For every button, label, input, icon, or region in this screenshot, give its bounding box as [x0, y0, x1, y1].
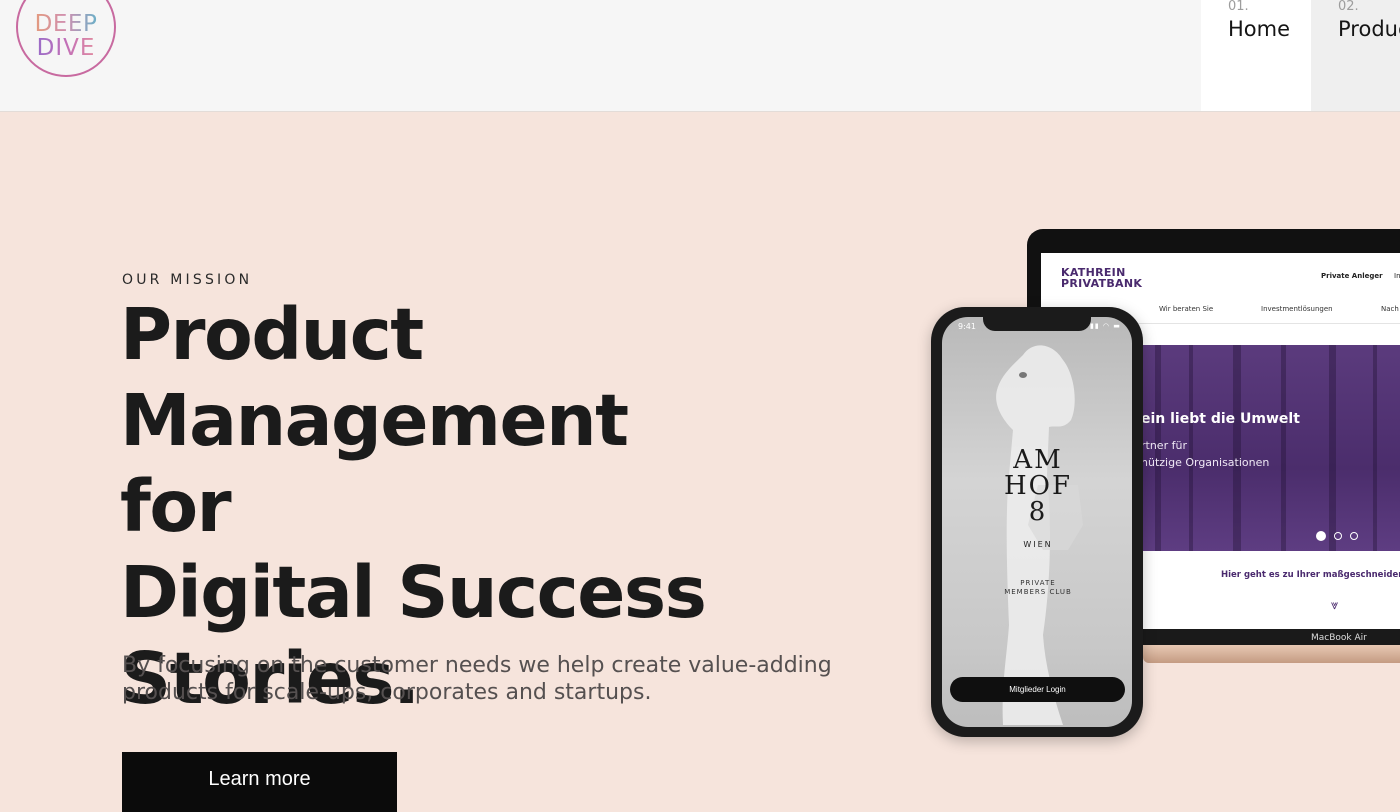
bank-nav-item: Nach — [1381, 305, 1399, 313]
member-login-button[interactable]: Mitglieder Login — [950, 677, 1125, 702]
chevron-down-icon: ⩔ — [1331, 598, 1339, 613]
forest-tree — [1189, 345, 1193, 551]
hero-subtitle: By focusing on the customer needs we hel… — [122, 652, 862, 706]
club-label-line: PRIVATE — [1020, 579, 1056, 587]
nav-item-home[interactable]: 01. Home — [1201, 0, 1311, 111]
logo-line-2: DIVE — [36, 35, 96, 61]
club-label-line: MEMBERS CLUB — [1004, 588, 1072, 596]
bank-hero-banner: ein liebt die Umwelt rtner für nützige O… — [1141, 345, 1400, 551]
subtitle-line: products for scale-ups, corporates and s… — [122, 680, 652, 705]
site-header: DEEP DIVE 01. Home 02. Products — [0, 0, 1400, 112]
bank-logo: KATHREIN PRIVATBANK — [1061, 267, 1142, 289]
carousel-dot — [1350, 532, 1358, 540]
headline-line: Product — [120, 293, 424, 376]
city-label: WIEN — [1023, 540, 1053, 549]
bank-nav-item: Investmentlösungen — [1261, 305, 1333, 313]
giraffe-lamp-icon — [996, 345, 1083, 725]
bank-top-link: In — [1394, 272, 1400, 280]
bank-top-link: Private Anleger — [1321, 272, 1383, 280]
bank-hero-heading: ein liebt die Umwelt — [1141, 411, 1300, 427]
forest-tree — [1329, 345, 1336, 551]
club-label: PRIVATE MEMBERS CLUB — [988, 579, 1088, 597]
carousel-dot — [1334, 532, 1342, 540]
phone-notch — [983, 313, 1091, 331]
mission-eyebrow: OUR MISSION — [122, 272, 253, 288]
bank-nav-item: Wir beraten Sie — [1159, 305, 1214, 313]
bank-logo-line-2: PRIVATBANK — [1061, 277, 1143, 290]
learn-more-button[interactable]: Learn more — [122, 752, 397, 812]
am-hof-logo: AM HOF 8 — [988, 447, 1088, 525]
status-time: 9:41 — [958, 322, 976, 331]
laptop-base — [1143, 645, 1400, 663]
carousel-dot-active — [1316, 531, 1326, 541]
nav-item-products[interactable]: 02. Products — [1311, 0, 1400, 111]
forest-tree — [1373, 345, 1377, 551]
bank-footer-link: Hier geht es zu Ihrer maßgeschneiderte — [1221, 570, 1400, 580]
deep-dive-logo[interactable]: DEEP DIVE — [16, 0, 116, 77]
subtitle-line: By focusing on the customer needs we hel… — [122, 653, 832, 678]
status-icons: ▮▮ ◠ ▬ — [1090, 322, 1121, 330]
nav-label: Home — [1228, 17, 1291, 41]
am-hof-line: 8 — [1028, 497, 1048, 527]
forest-tree — [1233, 345, 1241, 551]
nav-label: Products — [1338, 17, 1400, 41]
bank-hero-text: rtner für — [1141, 439, 1187, 452]
forest-tree — [1281, 345, 1286, 551]
nav-number: 02. — [1338, 0, 1359, 14]
bank-hero-text: nützige Organisationen — [1141, 456, 1270, 469]
laptop-model-label: MacBook Air — [1311, 633, 1367, 643]
logo-line-1: DEEP — [34, 11, 98, 37]
headline-line: Management for — [120, 379, 629, 548]
headline-line: Digital Success — [120, 551, 707, 634]
nav-number: 01. — [1228, 0, 1249, 14]
